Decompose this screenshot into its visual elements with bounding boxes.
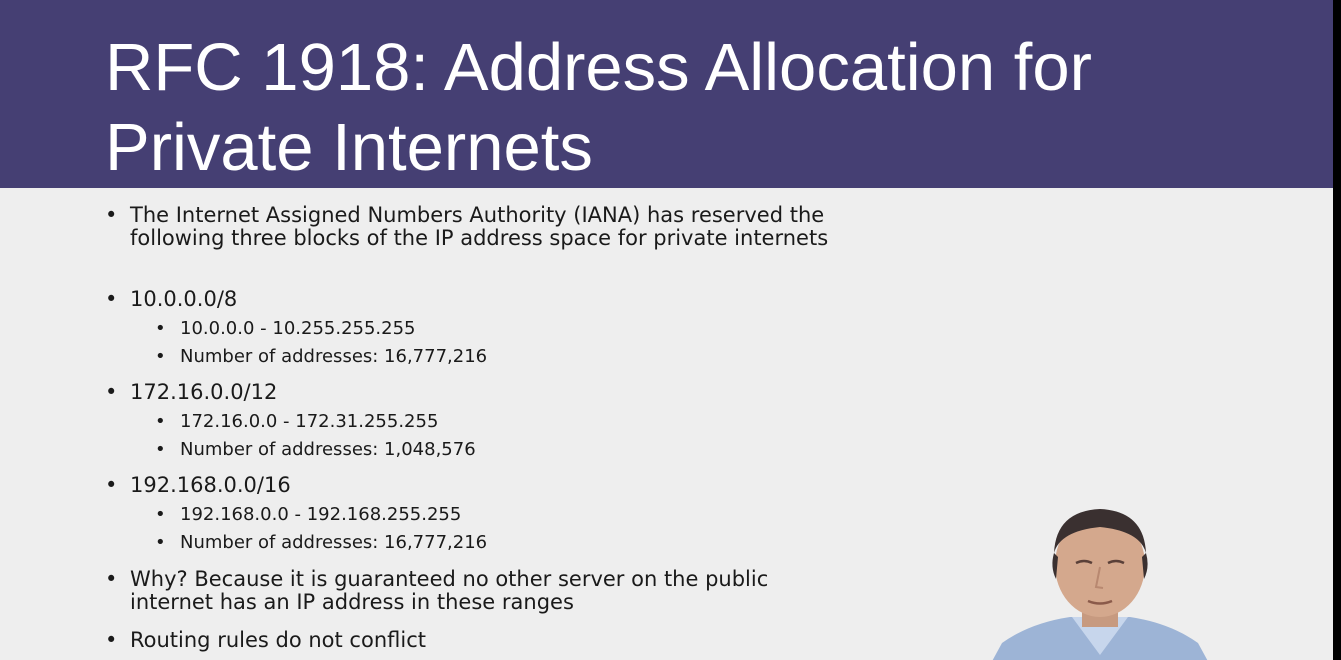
sub-bullet-text: Number of addresses: 16,777,216 — [180, 532, 488, 553]
sub-bullet-dot: • — [155, 504, 166, 525]
window-edge — [1333, 0, 1341, 660]
bullet-dot: • — [105, 473, 118, 497]
presenter-video — [992, 509, 1208, 660]
bullet-text: The Internet Assigned Numbers Authority … — [130, 203, 829, 250]
sub-bullet-dot: • — [155, 346, 166, 367]
sub-bullet-text: 192.168.0.0 - 192.168.255.255 — [180, 504, 462, 525]
bullet-dot: • — [105, 628, 118, 652]
sub-bullet-text: Number of addresses: 1,048,576 — [180, 439, 476, 460]
sub-bullet-dot: • — [155, 411, 166, 432]
sub-bullet-dot: • — [155, 439, 166, 460]
bullet-text: Why? Because it is guaranteed no other s… — [130, 567, 769, 614]
bullet-text: 192.168.0.0/16 — [130, 473, 291, 497]
sub-bullet-text: 10.0.0.0 - 10.255.255.255 — [180, 318, 416, 339]
bullet-dot: • — [105, 203, 118, 227]
bullet-text: Routing rules do not conflict — [130, 628, 426, 652]
sub-bullet-text: 172.16.0.0 - 172.31.255.255 — [180, 411, 439, 432]
bullet-dot: • — [105, 287, 118, 311]
bullet-dot: • — [105, 380, 118, 404]
slide: RFC 1918: Address Allocation for Private… — [0, 0, 1333, 660]
sub-bullet-text: Number of addresses: 16,777,216 — [180, 346, 488, 367]
sub-bullet-dot: • — [155, 318, 166, 339]
sub-bullet-dot: • — [155, 532, 166, 553]
bullet-dot: • — [105, 567, 118, 591]
bullet-text: 10.0.0.0/8 — [130, 287, 238, 311]
bullet-text: 172.16.0.0/12 — [130, 380, 278, 404]
